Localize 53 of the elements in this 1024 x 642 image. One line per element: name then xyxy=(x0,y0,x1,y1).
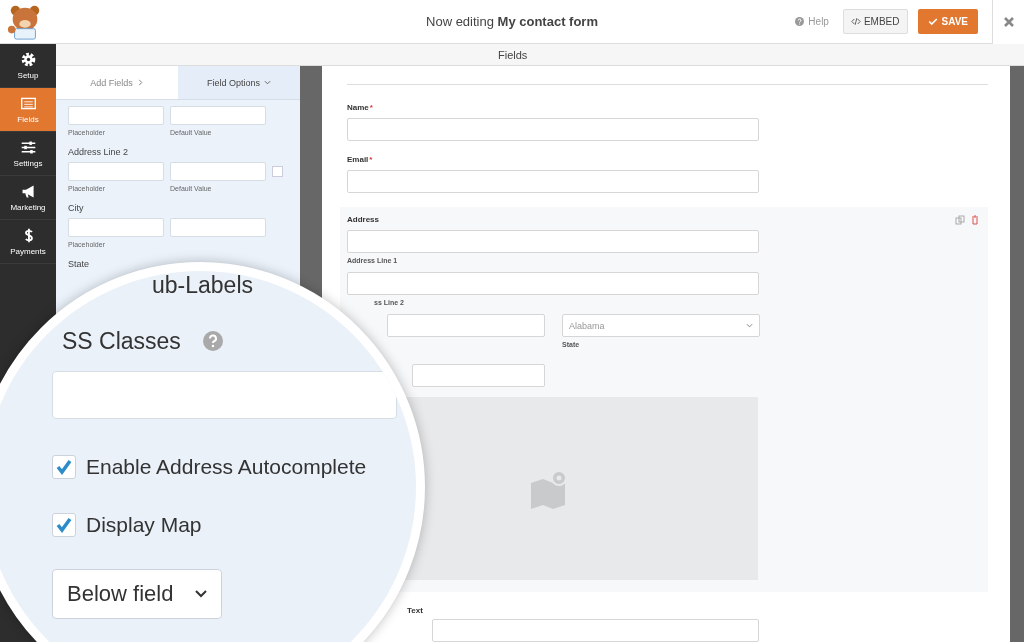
input-field[interactable] xyxy=(347,170,759,193)
input-field[interactable] xyxy=(347,118,759,141)
required-mark: * xyxy=(369,103,373,112)
gear-icon xyxy=(19,51,37,68)
duplicate-icon[interactable] xyxy=(955,215,965,225)
chevron-down-icon xyxy=(193,589,209,599)
input-field[interactable] xyxy=(68,106,164,125)
input-field[interactable] xyxy=(68,162,164,181)
delete-icon[interactable] xyxy=(970,215,980,225)
chevron-down-icon xyxy=(264,79,271,86)
check-icon xyxy=(54,515,74,535)
field-label: Address xyxy=(347,215,379,225)
input-field[interactable] xyxy=(347,272,759,295)
checkbox-label: Enable Address Autocomplete xyxy=(86,455,367,479)
required-mark: * xyxy=(369,155,373,164)
input-field[interactable] xyxy=(387,314,545,337)
input-field[interactable] xyxy=(170,162,266,181)
field-label: Email xyxy=(347,155,369,164)
section-title: Fields xyxy=(56,44,1024,66)
checkbox[interactable] xyxy=(52,455,76,479)
checkbox[interactable] xyxy=(52,513,76,537)
input-field[interactable] xyxy=(412,364,545,387)
panel-tab[interactable]: Field Options xyxy=(178,66,300,99)
input-field[interactable] xyxy=(170,106,266,125)
map-position-select[interactable]: Below field xyxy=(52,569,222,619)
check-icon xyxy=(927,17,938,26)
embed-button[interactable]: EMBED xyxy=(842,9,908,34)
option-label: State xyxy=(68,259,90,269)
form-title: Now editing My contact form xyxy=(426,14,598,29)
option-heading: ub-Labels xyxy=(152,273,254,297)
check-icon xyxy=(54,457,74,477)
help-icon[interactable] xyxy=(202,331,223,351)
close-button[interactable] xyxy=(992,0,1024,44)
field-label: Name xyxy=(347,103,369,112)
help-icon xyxy=(795,17,805,26)
option-label: City xyxy=(68,203,85,213)
option-heading: SS Classes xyxy=(62,329,181,353)
checkbox-label: Display Map xyxy=(86,513,202,537)
sliders-icon xyxy=(19,139,37,156)
chevron-down-icon xyxy=(746,322,753,329)
input-field[interactable] xyxy=(68,218,164,237)
code-icon xyxy=(850,17,861,26)
chevron-right-icon xyxy=(136,79,144,86)
panel-tab[interactable]: Add Fields xyxy=(56,66,178,99)
list-icon xyxy=(19,95,37,112)
input-field[interactable] xyxy=(432,619,759,642)
input-field[interactable] xyxy=(347,230,759,253)
field-label: Text xyxy=(406,606,424,615)
checkbox[interactable] xyxy=(272,166,283,177)
option-label: Address Line 2 xyxy=(68,147,130,157)
input-field[interactable] xyxy=(170,218,266,237)
css-classes-field[interactable] xyxy=(52,371,397,419)
close-icon xyxy=(1002,15,1015,28)
